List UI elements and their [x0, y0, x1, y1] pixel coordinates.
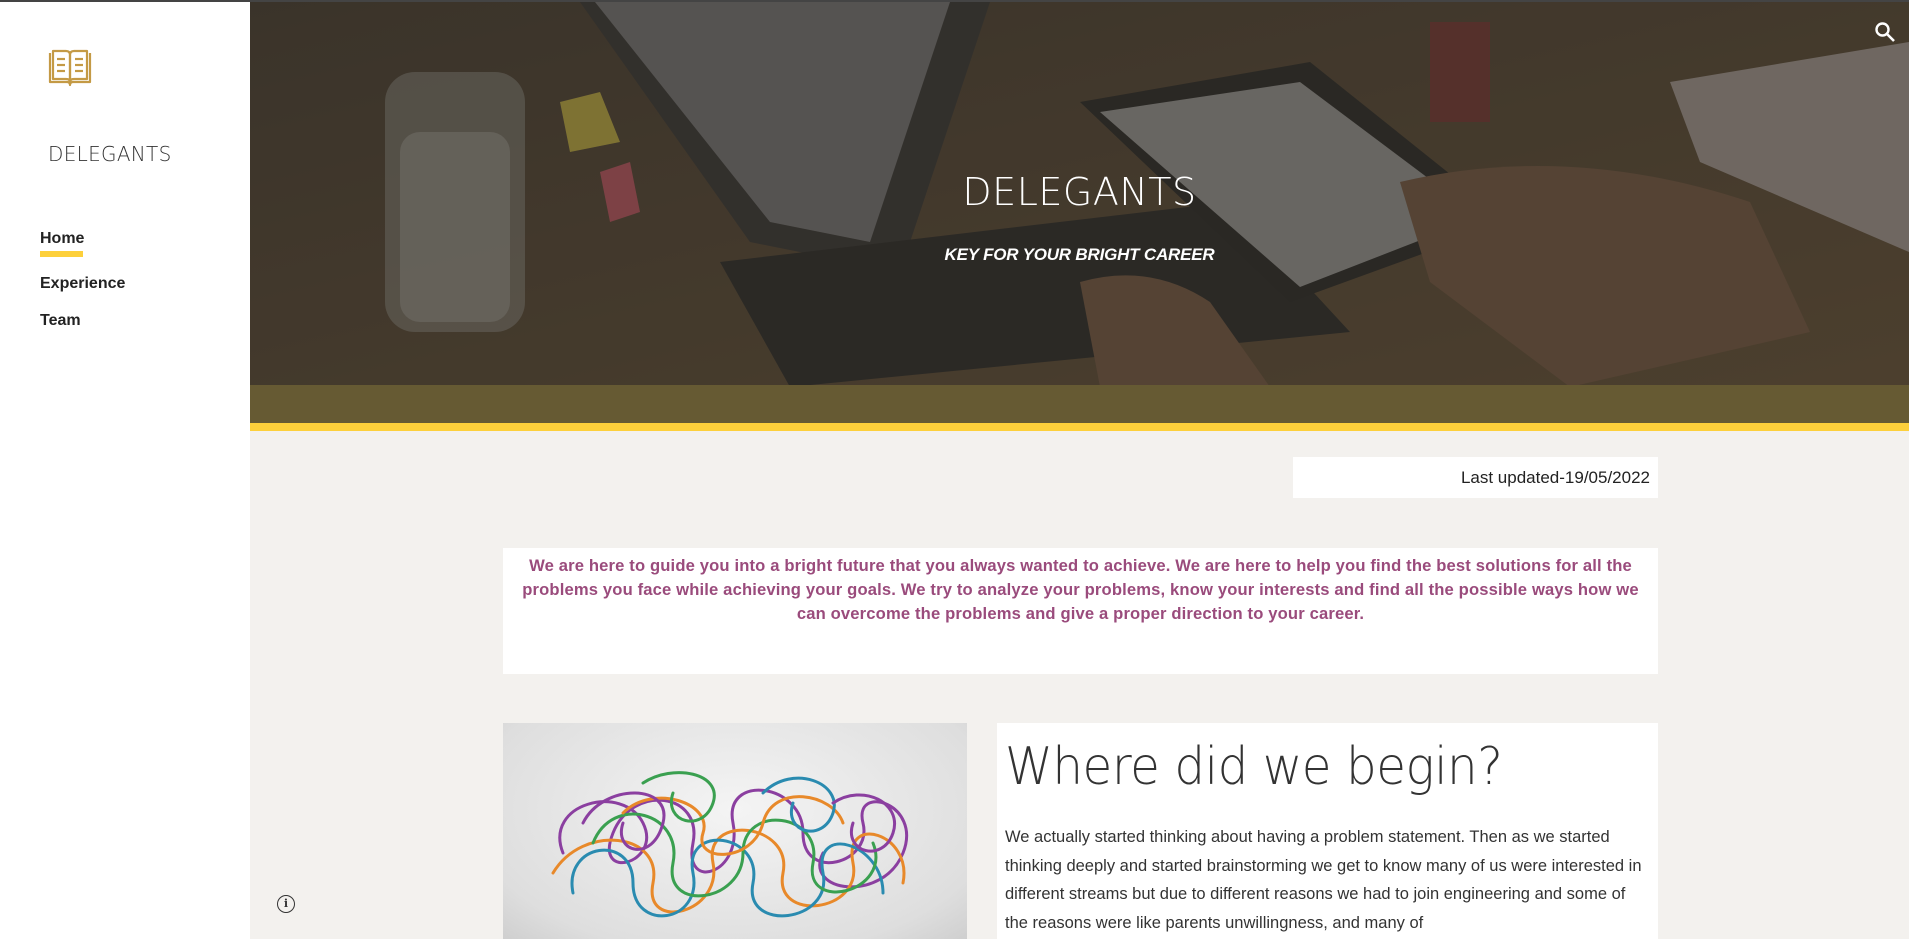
- mission-statement: We are here to guide you into a bright f…: [503, 548, 1658, 674]
- hero-subtitle: KEY FOR YOUR BRIGHT CAREER: [944, 245, 1215, 264]
- header-accent-stripe: [250, 423, 1909, 431]
- book-logo-icon[interactable]: [47, 48, 93, 88]
- nav-item-team[interactable]: Team: [40, 312, 125, 330]
- origin-section: Where did we begin? We actually started …: [997, 723, 1658, 939]
- hero-title: DELEGANTS: [962, 170, 1197, 214]
- hero-banner: DELEGANTS KEY FOR YOUR BRIGHT CAREER: [250, 0, 1909, 385]
- scribble-illustration: [551, 771, 908, 918]
- section-body: We actually started thinking about havin…: [1005, 828, 1642, 932]
- site-name[interactable]: DELEGANTS: [48, 142, 172, 166]
- site-info-icon[interactable]: i: [277, 895, 295, 913]
- sidebar: DELEGANTS Home Experience Team: [0, 0, 250, 939]
- sidebar-nav: Home Experience Team: [40, 230, 125, 349]
- brainstorm-image: [503, 723, 967, 939]
- search-icon[interactable]: [1873, 20, 1897, 44]
- nav-item-experience[interactable]: Experience: [40, 275, 125, 293]
- nav-item-home[interactable]: Home: [40, 230, 125, 257]
- last-updated-label: Last updated-19/05/2022: [1293, 457, 1658, 498]
- section-heading: Where did we begin?: [1005, 737, 1503, 797]
- header-band: [250, 385, 1909, 423]
